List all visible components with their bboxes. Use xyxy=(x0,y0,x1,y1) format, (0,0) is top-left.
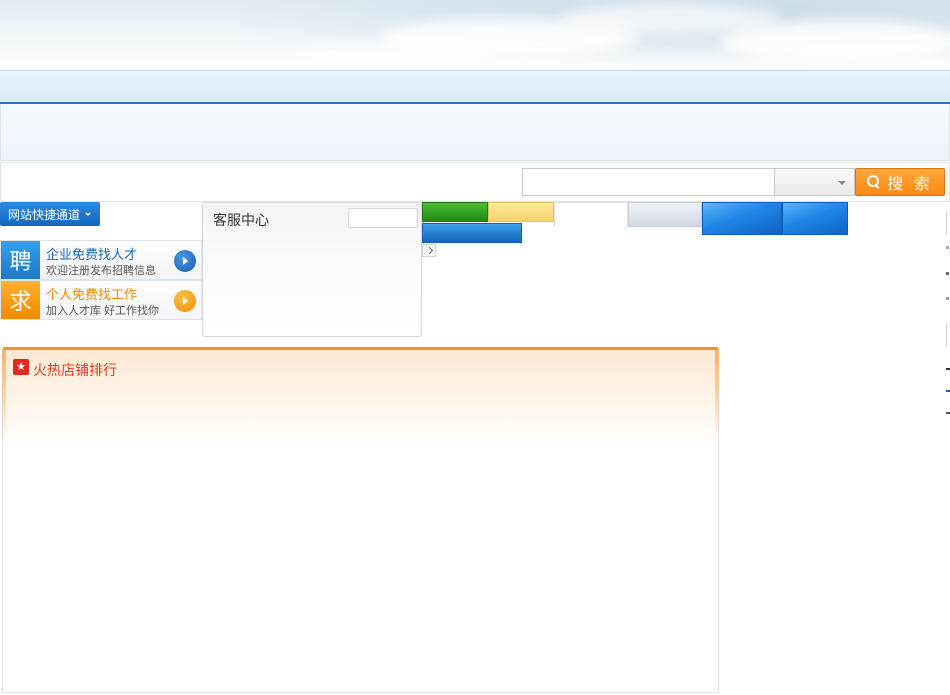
hot-shop-ranking-panel: ★ 火热店铺排行 xyxy=(2,347,719,693)
search-button[interactable]: 搜 索 xyxy=(855,168,945,196)
chevron-down-icon xyxy=(838,181,846,185)
employer-promo-title: 企业免费找人才 xyxy=(46,247,138,262)
tab-blue-bar[interactable] xyxy=(422,223,522,243)
main-nav-bar[interactable] xyxy=(0,70,950,104)
page-root: 搜 索 网站快捷通道 聘 企业免费找人才 欢迎注册发布招聘信息 求 个人免费找工… xyxy=(0,0,950,695)
tab-active[interactable] xyxy=(554,202,628,227)
quick-nav-label: 网站快捷通道 xyxy=(8,207,81,222)
right-edge-panel xyxy=(946,210,950,235)
search-button-label: 搜 索 xyxy=(887,176,933,193)
search-category-select[interactable] xyxy=(775,168,855,196)
tab-blue-small[interactable] xyxy=(782,202,848,235)
jobseeker-promo-title: 个人免费找工作 xyxy=(46,287,138,302)
search-input[interactable] xyxy=(522,168,775,196)
tab-green[interactable] xyxy=(422,202,488,222)
right-edge-mark xyxy=(946,272,949,275)
banner-cloud xyxy=(300,40,500,66)
recruit-badge: 聘 xyxy=(1,241,40,279)
right-edge-panel xyxy=(946,322,950,347)
right-edge-line xyxy=(946,368,950,370)
arrow-right-icon[interactable] xyxy=(174,290,196,312)
right-edge-mark xyxy=(946,246,949,249)
customer-service-title: 客服中心 xyxy=(213,212,269,228)
arrow-right-icon[interactable] xyxy=(174,250,196,272)
employer-promo-subtitle: 欢迎注册发布招聘信息 xyxy=(46,265,156,277)
tab-gray[interactable] xyxy=(628,202,702,227)
chevron-right-icon[interactable] xyxy=(422,244,436,257)
banner-cloud xyxy=(720,20,950,64)
hot-ranking-title: 火热店铺排行 xyxy=(33,362,117,378)
jobseeker-promo-subtitle: 加入人才库 好工作找你 xyxy=(46,305,160,317)
sub-nav-area xyxy=(0,104,950,161)
service-search-field[interactable] xyxy=(348,208,418,228)
tab-yellow[interactable] xyxy=(488,202,554,222)
jobseeker-promo-card[interactable]: 求 个人免费找工作 加入人才库 好工作找你 xyxy=(0,280,202,320)
right-edge-line xyxy=(946,390,950,392)
star-icon: ★ xyxy=(13,359,29,375)
quick-nav-button[interactable]: 网站快捷通道 xyxy=(0,202,100,226)
tab-blue-large[interactable] xyxy=(702,202,782,235)
header-banner xyxy=(0,0,950,70)
right-edge-mark xyxy=(946,297,949,300)
chevron-down-icon xyxy=(85,212,92,216)
customer-service-box: 客服中心 xyxy=(202,202,422,337)
employer-promo-card[interactable]: 聘 企业免费找人才 欢迎注册发布招聘信息 xyxy=(0,240,202,280)
right-edge-line xyxy=(946,412,950,414)
search-icon xyxy=(867,175,881,189)
seek-badge: 求 xyxy=(1,281,40,319)
